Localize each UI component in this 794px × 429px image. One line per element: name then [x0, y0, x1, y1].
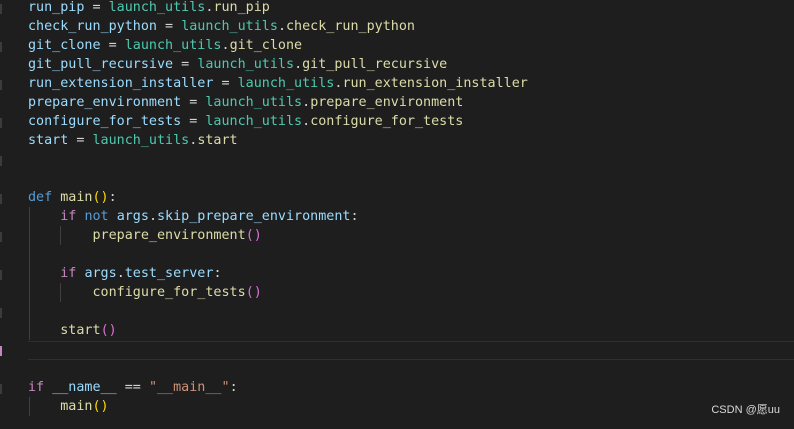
operator: .	[221, 38, 230, 53]
module-name: launch_utils	[181, 19, 278, 34]
operator: .	[302, 95, 311, 110]
code-editor[interactable]: run_pip = launch_utils.run_pip check_run…	[0, 0, 794, 429]
identifier: args	[84, 266, 117, 281]
code-line-if-name-main[interactable]: if __name__ == "__main__":	[28, 378, 238, 397]
operator: .	[302, 114, 311, 129]
attribute: start	[197, 133, 238, 148]
string-literal: "__main__"	[148, 380, 230, 395]
attribute: prepare_environment	[310, 95, 464, 110]
watermark: CSDN @愿uu	[711, 404, 780, 416]
identifier: args	[116, 209, 149, 224]
code-line-run-pip[interactable]: run_pip = launch_utils.run_pip	[28, 0, 270, 17]
operator: .	[148, 209, 157, 224]
operator: =	[68, 133, 93, 148]
attribute: check_run_python	[286, 19, 415, 34]
keyword: if	[60, 209, 77, 224]
code-line-git-pull-recursive[interactable]: git_pull_recursive = launch_utils.git_pu…	[28, 55, 447, 74]
module-name: launch_utils	[124, 38, 222, 53]
operator: .	[277, 19, 286, 34]
identifier: start	[28, 133, 69, 148]
code-line-call-start[interactable]: start()	[28, 321, 117, 340]
operator: =	[181, 95, 206, 110]
identifier: check_run_python	[28, 19, 157, 34]
identifier: __name__	[52, 380, 117, 395]
operator: :	[229, 380, 238, 395]
code-line-check-run-python[interactable]: check_run_python = launch_utils.check_ru…	[28, 17, 415, 36]
brackets: ()	[92, 399, 109, 414]
attribute: skip_prepare_environment	[157, 209, 351, 224]
attribute: run_pip	[213, 0, 270, 15]
identifier: configure_for_tests	[28, 114, 182, 129]
attribute: configure_for_tests	[310, 114, 464, 129]
operator: =	[157, 19, 182, 34]
brackets: ()	[92, 190, 109, 205]
operator: :	[108, 190, 117, 205]
attribute: git_clone	[229, 38, 303, 53]
gutter-mark	[0, 156, 2, 166]
operator: .	[294, 57, 303, 72]
module-name: launch_utils	[205, 114, 303, 129]
gutter-mark	[0, 118, 2, 128]
operator: =	[181, 114, 206, 129]
gutter-mark-current	[0, 346, 2, 356]
code-line-git-clone[interactable]: git_clone = launch_utils.git_clone	[28, 36, 302, 55]
operator: =	[100, 38, 125, 53]
attribute: git_pull_recursive	[302, 57, 448, 72]
gutter-mark	[0, 194, 2, 204]
operator: =	[213, 76, 238, 91]
code-line-if-skip-prepare[interactable]: if not args.skip_prepare_environment:	[28, 207, 359, 226]
gutter-mark	[0, 308, 2, 318]
attribute: test_server	[124, 266, 214, 281]
keyword: not	[84, 209, 109, 224]
code-line-call-configure-for-tests[interactable]: configure_for_tests()	[28, 283, 262, 302]
function-call: prepare_environment	[92, 228, 246, 243]
gutter-mark	[0, 384, 2, 394]
module-name: launch_utils	[92, 133, 190, 148]
gutter-mark	[0, 232, 2, 242]
code-line-if-test-server[interactable]: if args.test_server:	[28, 264, 222, 283]
identifier: git_clone	[28, 38, 101, 53]
code-line-configure-for-tests[interactable]: configure_for_tests = launch_utils.confi…	[28, 112, 463, 131]
code-line-run-extension-installer[interactable]: run_extension_installer = launch_utils.r…	[28, 74, 528, 93]
brackets: ()	[245, 285, 262, 300]
current-line-highlight	[28, 341, 794, 360]
code-line-prepare-environment[interactable]: prepare_environment = launch_utils.prepa…	[28, 93, 463, 112]
function-call: main	[60, 399, 93, 414]
code-line-call-main[interactable]: main()	[28, 397, 109, 416]
gutter-mark	[0, 270, 2, 280]
code-line-def-main[interactable]: def main():	[28, 188, 117, 207]
identifier: run_pip	[28, 0, 85, 15]
code-line-call-prepare-environment[interactable]: prepare_environment()	[28, 226, 262, 245]
operator: :	[213, 266, 222, 281]
operator: ==	[116, 380, 149, 395]
gutter-mark	[0, 4, 2, 14]
function-call: start	[60, 323, 101, 338]
module-name: launch_utils	[108, 0, 206, 15]
operator: :	[350, 209, 359, 224]
code-line-start[interactable]: start = launch_utils.start	[28, 131, 238, 150]
module-name: launch_utils	[197, 57, 295, 72]
operator: .	[116, 266, 125, 281]
function-call: configure_for_tests	[92, 285, 246, 300]
keyword: if	[60, 266, 77, 281]
attribute: run_extension_installer	[342, 76, 528, 91]
operator: =	[173, 57, 198, 72]
function-name: main	[60, 190, 93, 205]
module-name: launch_utils	[237, 76, 335, 91]
identifier: git_pull_recursive	[28, 57, 174, 72]
module-name: launch_utils	[205, 95, 303, 110]
identifier: prepare_environment	[28, 95, 182, 110]
gutter-mark	[0, 80, 2, 90]
keyword: if	[28, 380, 45, 395]
keyword: def	[28, 190, 53, 205]
gutter-mark	[0, 42, 2, 52]
brackets: ()	[245, 228, 262, 243]
brackets: ()	[100, 323, 117, 338]
gutter	[0, 0, 14, 429]
identifier: run_extension_installer	[28, 76, 214, 91]
operator: =	[84, 0, 109, 15]
